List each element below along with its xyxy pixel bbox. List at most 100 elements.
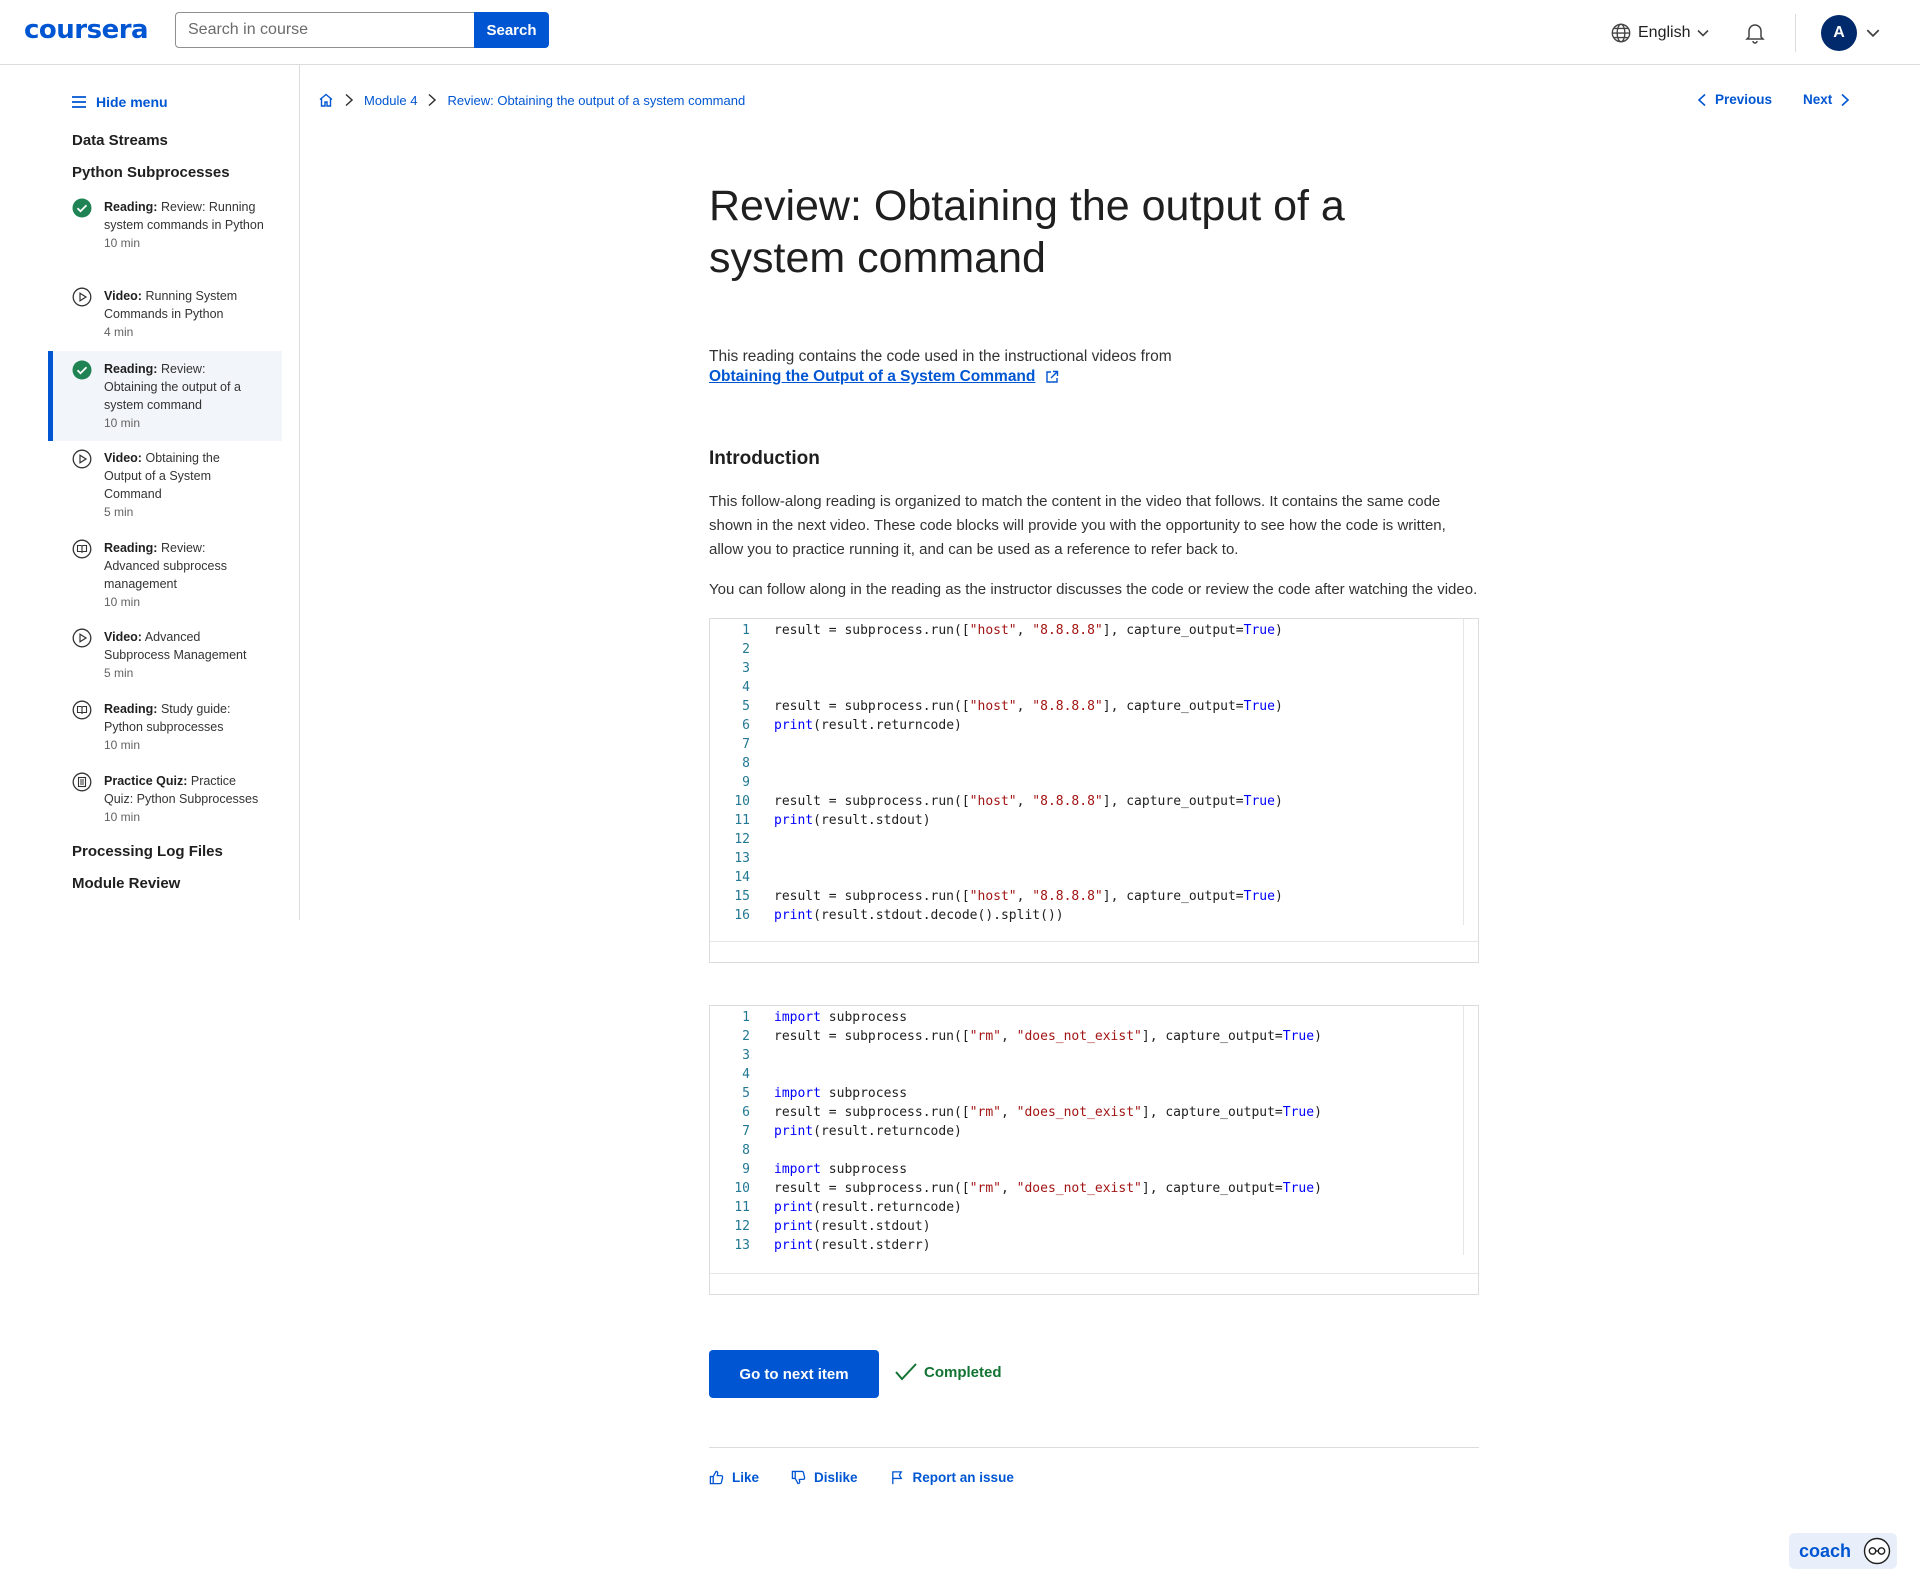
code-block-2-line[interactable]: 10 result = subprocess.run(["rm", "does_n… <box>710 1179 1463 1198</box>
code-block-1-line[interactable]: 7 <box>710 735 1463 754</box>
previous-label: Previous <box>1715 92 1773 107</box>
line-number: 3 <box>742 1048 750 1063</box>
code-text: print(result.stdout.decode().split()) <box>774 908 1064 923</box>
code-block-1-line[interactable]: 14 <box>710 868 1463 887</box>
sidebar-item-video-running-system-commands[interactable]: Video: Running System Commands in Python… <box>48 287 282 339</box>
line-number: 14 <box>734 870 750 885</box>
code-text: result = subprocess.run(["host", "8.8.8.… <box>774 623 1283 638</box>
item-type: Video: <box>104 630 142 644</box>
dislike-button[interactable]: Dislike <box>791 1470 858 1485</box>
code-block-2-line[interactable]: 1 import subprocess <box>710 1008 1463 1027</box>
code-text: result = subprocess.run(["host", "8.8.8.… <box>774 699 1283 714</box>
code-block-2-line[interactable]: 2 result = subprocess.run(["rm", "does_no… <box>710 1027 1463 1046</box>
line-number: 4 <box>742 680 750 695</box>
previous-button[interactable]: Previous <box>1697 92 1772 107</box>
sidebar-item-video-advanced-subprocess[interactable]: Video: Advanced Subprocess Management 5 … <box>48 628 282 680</box>
hamburger-icon <box>72 96 86 108</box>
code-block-1-line[interactable]: 2 <box>710 640 1463 659</box>
section-processing-log-files[interactable]: Processing Log Files <box>72 843 223 860</box>
video-link[interactable]: Obtaining the Output of a System Command <box>709 368 1059 386</box>
code-block-2-line[interactable]: 8 <box>710 1141 1463 1160</box>
code-block-1-line[interactable]: 4 <box>710 678 1463 697</box>
coursera-logo[interactable]: coursera <box>24 15 149 45</box>
code-block-2-line[interactable]: 3 <box>710 1046 1463 1065</box>
code-block-2-line[interactable]: 13 print(result.stderr) <box>710 1236 1463 1255</box>
introduction-heading: Introduction <box>709 448 820 469</box>
thumbs-up-icon <box>709 1470 724 1485</box>
like-label: Like <box>732 1470 760 1485</box>
coach-button[interactable]: coach <box>1789 1533 1897 1569</box>
code-block-2-line[interactable]: 6 result = subprocess.run(["rm", "does_no… <box>710 1103 1463 1122</box>
code-text: import subprocess <box>774 1010 908 1025</box>
flag-icon <box>891 1471 902 1485</box>
code-block-1-line[interactable]: 1 result = subprocess.run(["host", "8.8.8… <box>710 621 1463 640</box>
report-issue-button[interactable]: Report an issue <box>890 1470 1014 1485</box>
follow-along-paragraph: You can follow along in the reading as t… <box>709 581 1478 598</box>
next-button[interactable]: Next <box>1803 92 1850 107</box>
top-header: coursera Search English A <box>0 0 1920 65</box>
code-editor-1[interactable]: 1 result = subprocess.run(["host", "8.8.8… <box>710 619 1464 925</box>
code-editor-2[interactable]: 1 import subprocess 2 result = subprocess.r… <box>710 1006 1464 1255</box>
code-block-1-line[interactable]: 6 print(result.returncode) <box>710 716 1463 735</box>
code-block-2-line[interactable]: 7 print(result.returncode) <box>710 1122 1463 1141</box>
chevron-down-icon <box>1697 29 1710 37</box>
breadcrumb: Module 4 Review: Obtaining the output of… <box>318 92 745 108</box>
sidebar-item-practice-quiz[interactable]: Practice Quiz: Practice Quiz: Python Sub… <box>48 772 282 824</box>
breadcrumb-module[interactable]: Module 4 <box>364 93 417 108</box>
sidebar-item-review-advanced-subprocess[interactable]: Reading: Review: Advanced subprocess man… <box>48 539 282 609</box>
code-block-1-line[interactable]: 3 <box>710 659 1463 678</box>
code-block-2-line[interactable]: 9 import subprocess <box>710 1160 1463 1179</box>
account-menu[interactable]: A <box>1821 15 1881 51</box>
code-block-1-line[interactable]: 9 <box>710 773 1463 792</box>
item-duration: 10 min <box>104 416 141 430</box>
code-block-1-line[interactable]: 5 result = subprocess.run(["host", "8.8.8… <box>710 697 1463 716</box>
code-block-2-line[interactable]: 11 print(result.returncode) <box>710 1198 1463 1217</box>
dislike-label: Dislike <box>814 1470 858 1485</box>
breadcrumb-current[interactable]: Review: Obtaining the output of a system… <box>447 93 745 108</box>
code-block-2-line[interactable]: 12 print(result.stdout) <box>710 1217 1463 1236</box>
code-footer <box>710 1273 1478 1294</box>
item-type: Reading: <box>104 541 158 555</box>
search-input[interactable] <box>175 12 475 48</box>
code-block-1-line[interactable]: 11 print(result.stdout) <box>710 811 1463 830</box>
code-block-1-line[interactable]: 13 <box>710 849 1463 868</box>
search-button[interactable]: Search <box>474 12 549 48</box>
chevron-down-icon <box>1866 29 1880 38</box>
sidebar-item-video-obtaining-output[interactable]: Video: Obtaining the Output of a System … <box>48 449 282 519</box>
sidebar-item-study-guide[interactable]: Reading: Study guide: Python subprocesse… <box>48 700 282 752</box>
code-block-1-line[interactable]: 16 print(result.stdout.decode().split()) <box>710 906 1463 925</box>
line-number: 12 <box>734 832 750 847</box>
completed-check-icon <box>72 360 92 380</box>
sidebar-item-review-running-system-commands[interactable]: Reading: Review: Running system commands… <box>48 198 282 250</box>
play-circle-icon <box>72 449 92 469</box>
line-number: 1 <box>742 623 750 638</box>
code-block-1-line[interactable]: 8 <box>710 754 1463 773</box>
code-block-1-line[interactable]: 10 result = subprocess.run(["host", "8.8.… <box>710 792 1463 811</box>
like-button[interactable]: Like <box>709 1470 759 1485</box>
home-icon[interactable] <box>318 92 334 108</box>
line-number: 2 <box>742 1029 750 1044</box>
item-duration: 10 min <box>104 738 141 752</box>
section-python-subprocesses[interactable]: Python Subprocesses <box>72 164 230 181</box>
notifications-button[interactable] <box>1743 20 1767 49</box>
section-data-streams[interactable]: Data Streams <box>72 132 168 149</box>
code-block-1[interactable]: 1 result = subprocess.run(["host", "8.8.8… <box>709 618 1479 963</box>
section-module-review[interactable]: Module Review <box>72 875 180 892</box>
language-selector[interactable]: English <box>1610 20 1710 46</box>
sidebar-item-review-obtaining-output[interactable]: Reading: Review: Obtaining the output of… <box>48 351 282 441</box>
code-block-2-line[interactable]: 5 import subprocess <box>710 1084 1463 1103</box>
code-block-1-line[interactable]: 12 <box>710 830 1463 849</box>
code-block-1-line[interactable]: 15 result = subprocess.run(["host", "8.8.… <box>710 887 1463 906</box>
chevron-right-icon <box>344 93 354 107</box>
code-block-2-line[interactable]: 4 <box>710 1065 1463 1084</box>
line-number: 11 <box>734 813 750 828</box>
code-block-2[interactable]: 1 import subprocess 2 result = subprocess.r… <box>709 1005 1479 1295</box>
code-text: import subprocess <box>774 1086 908 1101</box>
hide-menu-button[interactable]: Hide menu <box>72 94 168 110</box>
checkmark-icon <box>895 1363 917 1381</box>
go-to-next-item-button[interactable]: Go to next item <box>709 1350 879 1398</box>
line-number: 7 <box>742 1124 750 1139</box>
code-text: result = subprocess.run(["host", "8.8.8.… <box>774 794 1283 809</box>
